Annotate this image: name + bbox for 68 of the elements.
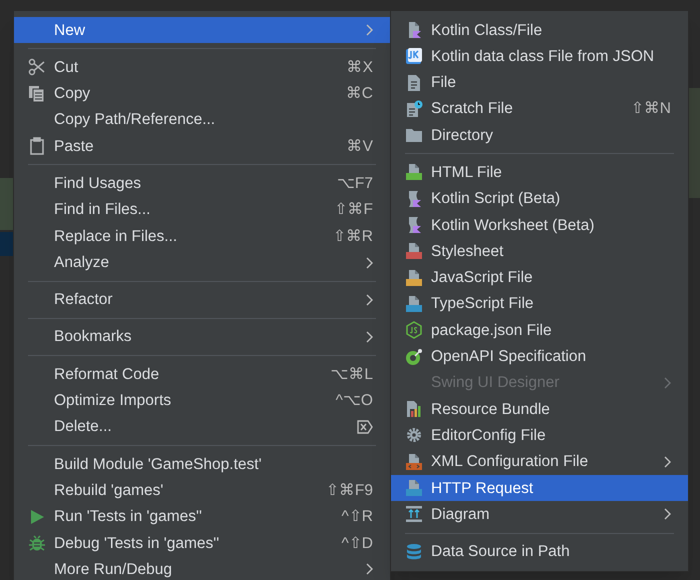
ts-file-icon xyxy=(405,294,423,313)
menu-item[interactable]: Cut ⌘X xyxy=(14,54,390,81)
menu-item[interactable]: Reformat Code ⌥⌘L xyxy=(14,361,390,388)
menu-item[interactable]: Delete... xyxy=(14,414,390,440)
menu-item[interactable]: Kotlin Script (Beta) xyxy=(391,186,688,212)
chevron-right-icon xyxy=(365,256,373,269)
menu-item[interactable]: Diagram xyxy=(391,501,688,528)
bug-icon xyxy=(28,534,46,552)
menu-item[interactable]: HTTP Request xyxy=(391,475,688,502)
folder-icon xyxy=(405,126,423,144)
menu-item[interactable]: Kotlin Class/File xyxy=(391,17,688,44)
menu-item[interactable]: Run 'Tests in 'games'' ^⇧R xyxy=(14,504,390,530)
menu-item[interactable]: Data Source in Path xyxy=(391,538,688,565)
menu-item[interactable]: Kotlin Worksheet (Beta) xyxy=(391,212,688,238)
chevron-right-icon xyxy=(663,456,671,468)
menu-item[interactable]: TypeScript File xyxy=(391,290,688,318)
menu-item[interactable]: Kotlin data class File from JSON xyxy=(391,43,688,70)
menu-item[interactable]: Stylesheet xyxy=(391,238,688,265)
gear-icon xyxy=(405,426,423,444)
menu-item[interactable]: Copy Path/Reference... xyxy=(14,106,390,134)
menu-item[interactable]: Find Usages ⌥F7 xyxy=(14,170,390,197)
menu-item[interactable]: Optimize Imports ^⌥O xyxy=(14,388,390,414)
menu-item[interactable]: Build Module 'GameShop.test' xyxy=(14,451,390,478)
file-icon xyxy=(405,74,423,92)
menu-item[interactable]: More Run/Debug xyxy=(14,556,390,580)
scissors-icon xyxy=(28,58,46,76)
js-file-icon xyxy=(405,268,423,287)
play-icon xyxy=(28,508,46,526)
bar-chart-file-icon xyxy=(405,400,423,418)
copy-icon xyxy=(28,84,46,103)
menu-item[interactable]: JavaScript File xyxy=(391,264,688,291)
scratch-file-icon xyxy=(405,100,423,118)
menu-item[interactable]: Copy ⌘C xyxy=(14,80,390,107)
chevron-right-icon xyxy=(365,563,373,576)
menu-item[interactable]: OpenAPI Specification xyxy=(391,344,688,370)
menu-item[interactable]: Rebuild 'games' ⇧⌘F9 xyxy=(14,477,390,504)
menu-item[interactable]: Analyze xyxy=(14,249,390,276)
chevron-right-icon xyxy=(365,294,373,306)
menu-item[interactable]: New xyxy=(14,17,390,44)
diagram-icon xyxy=(405,505,423,524)
xml-file-icon xyxy=(405,452,423,471)
menu-item[interactable]: Directory xyxy=(391,122,688,148)
menu-item[interactable]: Replace in Files... ⇧⌘R xyxy=(14,223,390,250)
chevron-right-icon xyxy=(365,24,373,36)
openapi-icon xyxy=(405,348,423,366)
api-file-icon xyxy=(405,479,423,498)
menu-item[interactable]: Paste ⌘V xyxy=(14,133,390,160)
menu-item[interactable]: Scratch File ⇧⌘N xyxy=(391,96,688,122)
menu-item[interactable]: HTML File xyxy=(391,159,688,186)
menu-item[interactable]: Resource Bundle xyxy=(391,396,688,422)
menu-item[interactable]: XML Configuration File xyxy=(391,448,688,476)
menu-item[interactable]: package.json File xyxy=(391,317,688,344)
database-icon xyxy=(405,542,423,561)
chevron-right-icon xyxy=(663,377,671,389)
chevron-right-icon xyxy=(663,508,671,520)
html-file-icon xyxy=(405,163,423,182)
css-file-icon xyxy=(405,242,423,260)
menu-item[interactable]: File xyxy=(391,70,688,96)
menu-item[interactable]: Refactor xyxy=(14,286,390,313)
menu-item[interactable]: Bookmarks xyxy=(14,324,390,350)
jk-icon xyxy=(405,47,423,66)
menu-item[interactable]: Find in Files... ⇧⌘F xyxy=(14,196,390,224)
hexagon-icon xyxy=(405,321,423,340)
menu-item[interactable]: EditorConfig File xyxy=(391,422,688,449)
delete-key-icon xyxy=(357,420,373,434)
clipboard-icon xyxy=(28,137,46,156)
menu-item[interactable]: Debug 'Tests in 'games'' ^⇧D xyxy=(14,530,390,556)
chevron-right-icon xyxy=(365,331,373,344)
